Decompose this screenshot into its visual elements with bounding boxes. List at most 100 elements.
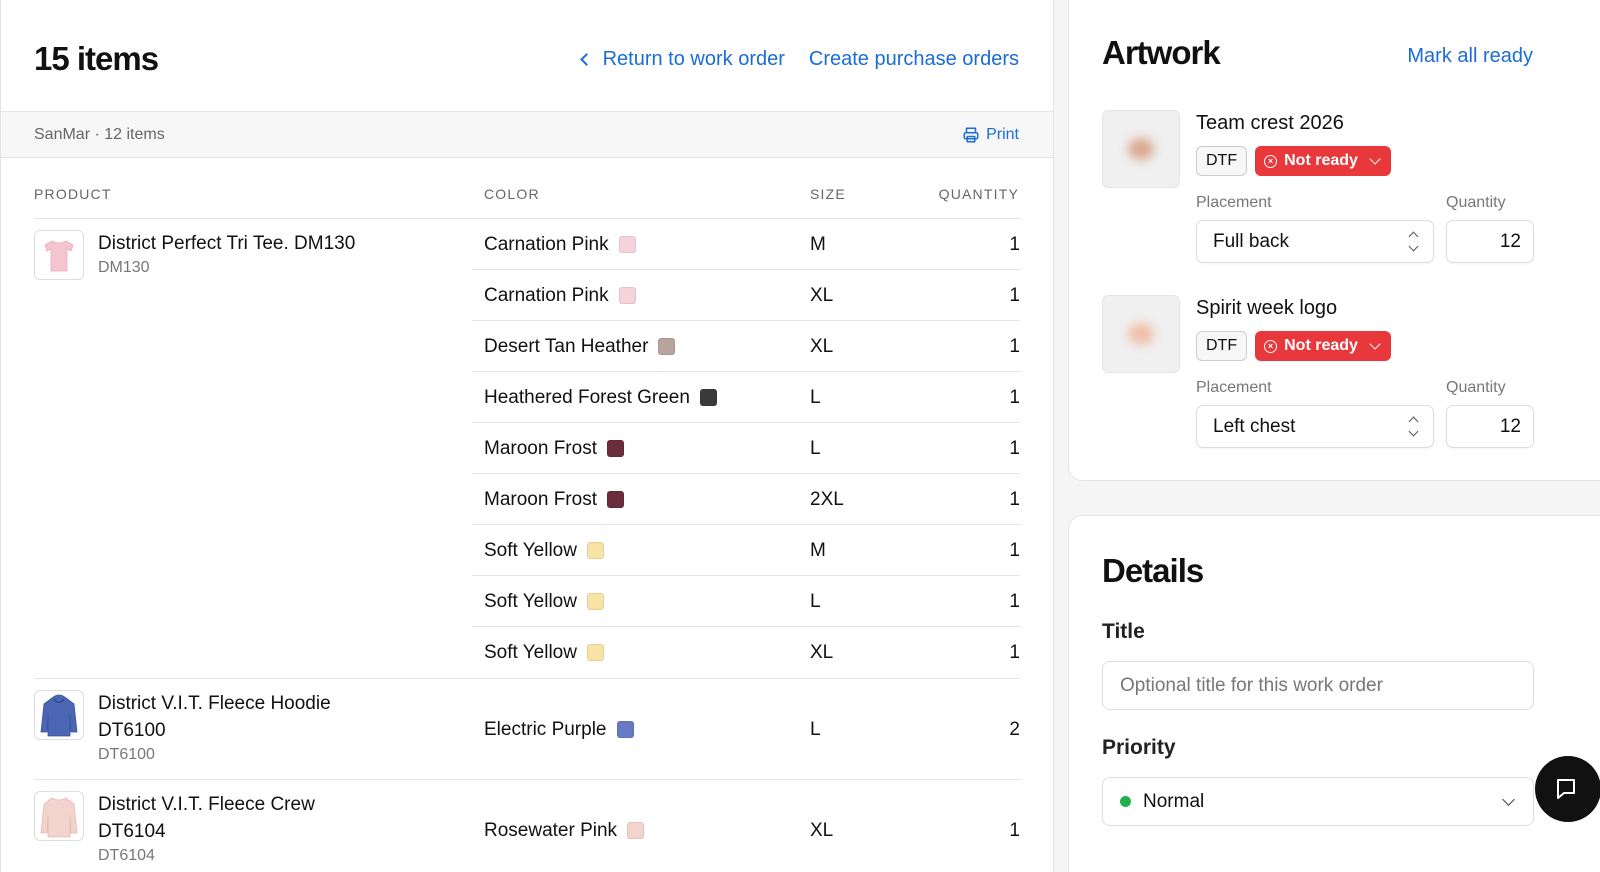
quantity-input[interactable]: 12	[1446, 220, 1534, 263]
artwork-preview-image	[1128, 323, 1154, 345]
vendor-bar: SanMar · 12 items Print	[1, 111, 1053, 158]
artwork-tags: DTF × Not ready	[1196, 331, 1391, 361]
quantity-value: 1	[1009, 540, 1020, 561]
size-value: L	[810, 591, 821, 612]
color-swatch	[627, 822, 645, 839]
product-name: District Perfect Tri Tee. DM130	[98, 233, 356, 254]
color-name: Heathered Forest Green	[484, 387, 690, 408]
product-sku: DM130	[98, 259, 150, 276]
size-value: XL	[810, 642, 834, 663]
artwork-thumbnail[interactable]	[1102, 295, 1180, 373]
color-name: Maroon Frost	[484, 438, 597, 459]
color-swatch	[658, 338, 676, 355]
priority-field-label: Priority	[1102, 736, 1176, 759]
color-swatch	[616, 721, 634, 738]
quantity-value: 1	[1009, 387, 1020, 408]
chat-bubble-icon	[1557, 779, 1575, 799]
vendor-label: SanMar · 12 items	[34, 125, 165, 143]
placement-select[interactable]: Left chest	[1196, 405, 1434, 448]
artwork-thumbnail[interactable]	[1102, 110, 1180, 188]
color-name: Soft Yellow	[484, 540, 577, 561]
product-thumbnail	[34, 791, 84, 841]
print-button[interactable]: Print	[962, 126, 1019, 144]
table-header: PRODUCT COLOR SIZE QUANTITY	[34, 186, 1019, 212]
quantity-value: 1	[1009, 438, 1020, 459]
table-row: Heathered Forest Green L 1	[472, 372, 1020, 423]
table-row: Carnation Pink XL 1	[472, 270, 1020, 321]
size-value: M	[810, 234, 826, 255]
color-name: Soft Yellow	[484, 642, 577, 663]
color-swatch	[586, 644, 604, 661]
color-name: Carnation Pink	[484, 285, 609, 306]
color-swatch	[618, 287, 636, 304]
printer-icon	[963, 127, 979, 142]
quantity-value: 1	[1009, 642, 1020, 663]
color-swatch	[606, 440, 624, 457]
create-purchase-orders-link[interactable]: Create purchase orders	[809, 48, 1019, 71]
color-swatch	[586, 542, 604, 559]
details-title: Details	[1102, 552, 1204, 589]
color-swatch	[618, 236, 636, 253]
placement-label: Placement	[1196, 194, 1272, 211]
x-circle-icon: ×	[1264, 339, 1278, 353]
status-dropdown[interactable]: × Not ready	[1255, 331, 1391, 361]
size-value: M	[810, 540, 826, 561]
quantity-value: 1	[1009, 489, 1020, 510]
chevron-up-down-icon	[1408, 231, 1419, 252]
page-title: 15 items	[34, 40, 159, 77]
mark-all-ready-link[interactable]: Mark all ready	[1407, 45, 1533, 68]
quantity-value: 1	[1009, 285, 1020, 306]
hoodie-icon	[40, 694, 78, 737]
size-value: L	[810, 438, 821, 459]
return-to-work-order-link[interactable]: Return to work order	[579, 47, 785, 71]
quantity-value: 1	[1009, 336, 1020, 357]
quantity-value: 1	[1009, 820, 1020, 841]
quantity-input[interactable]: 12	[1446, 405, 1534, 448]
size-value: XL	[810, 820, 834, 841]
placement-select[interactable]: Full back	[1196, 220, 1434, 263]
product-thumbnail	[34, 230, 84, 280]
quantity-value: 1	[1009, 234, 1020, 255]
product-cell: District Perfect Tri Tee. DM130 DM130	[34, 230, 355, 280]
quantity-label: Quantity	[1446, 194, 1506, 211]
return-link-label: Return to work order	[602, 47, 785, 70]
quantity-value: 1	[1009, 591, 1020, 612]
size-value: L	[810, 387, 821, 408]
x-circle-icon: ×	[1264, 154, 1278, 168]
color-swatch	[606, 491, 624, 508]
tshirt-icon	[44, 240, 74, 272]
artwork-title: Artwork	[1102, 34, 1221, 71]
priority-value: Normal	[1143, 790, 1205, 812]
artwork-card: Artwork Mark all ready Team crest 2026 D…	[1068, 0, 1600, 481]
size-value: XL	[810, 336, 834, 357]
table-row: Rosewater Pink XL 1	[472, 805, 1020, 856]
size-value: XL	[810, 285, 834, 306]
priority-select[interactable]: Normal	[1102, 777, 1534, 826]
title-input[interactable]	[1102, 661, 1534, 710]
chat-button[interactable]	[1535, 756, 1600, 822]
table-row: Soft Yellow L 1	[472, 576, 1020, 627]
product-sku: DT6100	[98, 746, 155, 763]
column-header-product: PRODUCT	[34, 186, 112, 202]
artwork-preview-image	[1128, 138, 1154, 160]
artwork-name: Team crest 2026	[1196, 112, 1344, 134]
table-row: Electric Purple L 2	[472, 704, 1020, 755]
title-field-label: Title	[1102, 620, 1145, 643]
column-header-color: COLOR	[484, 186, 540, 202]
chevron-down-icon	[1369, 338, 1381, 350]
items-header: 15 items Return to work order Create pur…	[34, 34, 1019, 84]
quantity-label: Quantity	[1446, 379, 1506, 396]
product-name: District V.I.T. Fleece Crew DT6104	[98, 794, 315, 842]
quantity-value: 2	[1009, 719, 1020, 740]
items-panel: 15 items Return to work order Create pur…	[0, 0, 1054, 872]
method-badge: DTF	[1196, 146, 1248, 176]
status-dropdown[interactable]: × Not ready	[1255, 146, 1391, 176]
product-thumbnail	[34, 690, 84, 740]
product-name: District V.I.T. Fleece Hoodie DT6100	[98, 693, 331, 741]
table-row: Carnation Pink M 1	[472, 219, 1020, 270]
table-row: Soft Yellow XL 1	[472, 627, 1020, 678]
priority-status-dot	[1120, 796, 1131, 807]
placement-label: Placement	[1196, 379, 1272, 396]
size-value: 2XL	[810, 489, 844, 510]
product-group-divider	[34, 779, 1020, 780]
